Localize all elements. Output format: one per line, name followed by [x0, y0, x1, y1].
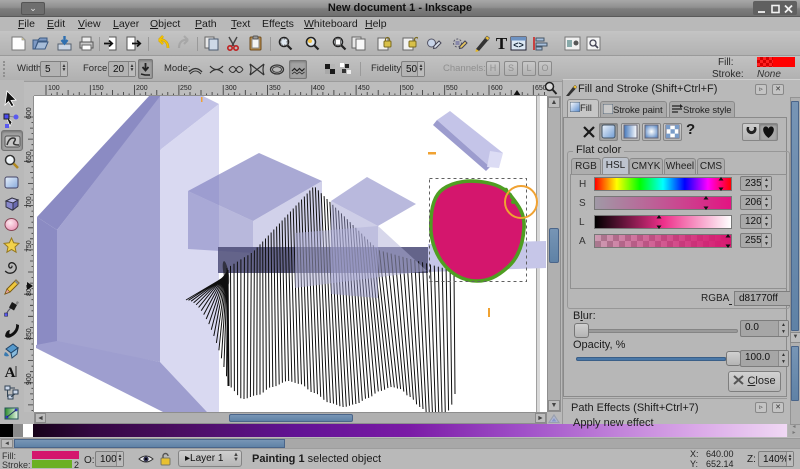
svg-text:850: 850 — [26, 328, 33, 340]
svg-text:100: 100 — [48, 85, 60, 92]
svg-text:<>: <> — [513, 40, 524, 50]
svg-text:250: 250 — [180, 85, 192, 92]
svg-text:300: 300 — [225, 85, 237, 92]
svg-text:200: 200 — [136, 85, 148, 92]
svg-text:A: A — [5, 365, 16, 380]
svg-text:900: 900 — [26, 373, 33, 385]
svg-text:500: 500 — [402, 85, 414, 92]
svg-text:350: 350 — [269, 85, 281, 92]
svg-text:400: 400 — [313, 85, 325, 92]
svg-text:600: 600 — [26, 107, 33, 119]
svg-text:550: 550 — [446, 85, 458, 92]
svg-text:600: 600 — [491, 85, 503, 92]
svg-text:700: 700 — [26, 196, 33, 208]
svg-text:750: 750 — [26, 240, 33, 252]
svg-text:150: 150 — [92, 85, 104, 92]
svg-text:650: 650 — [26, 151, 33, 163]
svg-text:T: T — [496, 35, 508, 52]
svg-text:450: 450 — [358, 85, 370, 92]
